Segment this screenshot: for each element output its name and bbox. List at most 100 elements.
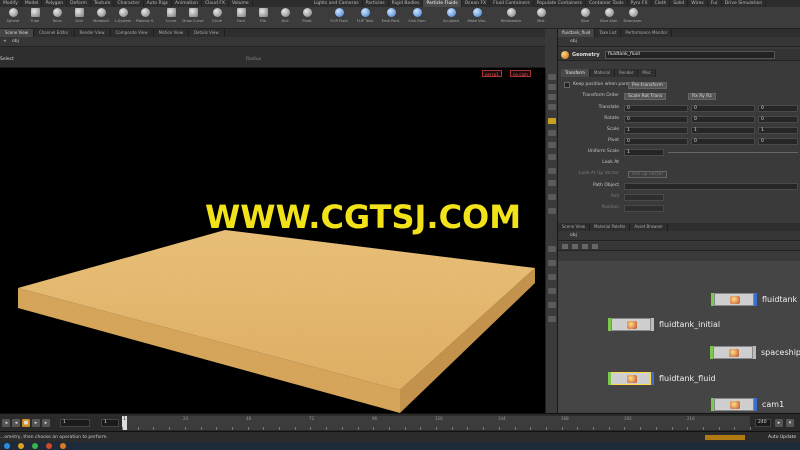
handle-icon[interactable] xyxy=(548,118,556,124)
node-body[interactable] xyxy=(611,318,651,331)
list-icon[interactable] xyxy=(562,244,568,249)
shelf-tab[interactable]: Wires xyxy=(688,0,708,7)
transform-order-menu[interactable]: Scale Rot Trans xyxy=(624,93,667,100)
path-object-field[interactable] xyxy=(624,183,798,190)
make-viscous-tool[interactable]: Make Visc. xyxy=(466,8,488,28)
ghost-icon[interactable] xyxy=(548,274,556,280)
tab-channel-editor[interactable]: Channel Editor xyxy=(34,29,75,37)
brush-icon[interactable] xyxy=(548,194,556,200)
flip-fluid-tool[interactable]: FLIP Fluid xyxy=(328,8,350,28)
jump-end-icon[interactable]: ▸ xyxy=(42,419,50,427)
null-tool[interactable]: Null xyxy=(274,8,296,28)
tab-details-view[interactable]: Details View xyxy=(189,29,225,37)
file-tool[interactable]: File xyxy=(252,8,274,28)
render-flag[interactable] xyxy=(651,318,654,331)
tab-take-list[interactable]: Take List xyxy=(595,29,622,37)
mist-tool[interactable]: Mist xyxy=(530,8,552,28)
node-body[interactable] xyxy=(714,293,754,306)
font-tool[interactable]: Font xyxy=(230,8,252,28)
timeline-ruler[interactable]: 1 24 48 72 96 120 144 168 192 216 xyxy=(122,416,751,430)
shelf-tab[interactable]: Lights and Cameras xyxy=(311,0,363,7)
keep-position-checkbox[interactable] xyxy=(564,82,570,88)
timeline-options-icon[interactable]: ▾ xyxy=(786,419,794,427)
back-arrow-icon[interactable]: ◂ xyxy=(1,38,8,45)
home-icon[interactable] xyxy=(548,246,556,252)
magnet-icon[interactable] xyxy=(548,208,556,214)
shelf-tab[interactable]: Particles xyxy=(363,0,389,7)
curve-tool[interactable]: Curve xyxy=(160,8,182,28)
shelf-tab[interactable]: Populate Containers xyxy=(534,0,587,7)
tab-motion-view[interactable]: Motion View xyxy=(154,29,189,37)
shelf-tab[interactable]: Modify xyxy=(0,0,22,7)
scene-viewport[interactable]: persp1 no cam xyxy=(0,68,545,413)
node-body[interactable] xyxy=(611,372,651,385)
shelf-tab[interactable]: Auto Rigs xyxy=(144,0,173,7)
network-editor[interactable]: fluidtank fluidtank_initial spaceship fl… xyxy=(558,261,800,413)
app-icon[interactable] xyxy=(46,443,52,449)
shelf-tab[interactable]: Cloth xyxy=(652,0,671,7)
shelf-tab[interactable]: Fluid Containers xyxy=(490,0,534,7)
display-icon[interactable] xyxy=(548,168,556,174)
grid-tool[interactable]: Grid xyxy=(68,8,90,28)
translate-x-field[interactable]: 0 xyxy=(624,105,688,112)
pivot-x-field[interactable]: 0 xyxy=(624,138,688,145)
jump-start-icon[interactable]: ◂ xyxy=(2,419,10,427)
torus-tool[interactable]: Torus xyxy=(46,8,68,28)
pivot-y-field[interactable]: 0 xyxy=(691,138,755,145)
node-body[interactable] xyxy=(713,346,753,359)
points-icon[interactable] xyxy=(548,288,556,294)
uniform-scale-field[interactable]: 1 xyxy=(624,149,664,156)
shelf-tab[interactable]: Volume xyxy=(229,0,253,7)
tab-scene-view[interactable]: Scene View xyxy=(0,29,34,37)
render-flag[interactable] xyxy=(651,372,654,385)
render-flag[interactable] xyxy=(754,398,757,411)
pivot-z-field[interactable]: 0 xyxy=(758,138,798,145)
platonic-tool[interactable]: Platonic S. xyxy=(134,8,156,28)
houdini-icon[interactable] xyxy=(60,443,66,449)
tab-material-palette[interactable]: Material Palette xyxy=(590,223,631,231)
shelf-tab[interactable]: Polygon xyxy=(42,0,68,7)
tab-parameters[interactable]: fluidtank_fluid xyxy=(558,29,596,37)
start-icon[interactable] xyxy=(4,443,10,449)
path-text[interactable]: obj xyxy=(570,232,577,240)
tab-asset-browser[interactable]: Asset Browser xyxy=(630,223,668,231)
rotate-z-field[interactable]: 0 xyxy=(758,116,798,123)
tab-composite-view[interactable]: Composite View xyxy=(111,29,154,37)
whitewater-tool[interactable]: Whitewater xyxy=(500,8,522,28)
wireframe-icon[interactable] xyxy=(548,180,556,186)
tree-icon[interactable] xyxy=(572,244,578,249)
scale-icon[interactable] xyxy=(548,104,556,110)
shelf-tab[interactable]: Fur xyxy=(708,0,722,7)
step-back-icon[interactable]: ◂ xyxy=(12,419,20,427)
scale-x-field[interactable]: 1 xyxy=(624,127,688,134)
snap-icon[interactable] xyxy=(548,154,556,160)
layout-icon[interactable] xyxy=(592,244,598,249)
slice-along-tool[interactable]: Slice Alon. xyxy=(598,8,620,28)
roll-field[interactable] xyxy=(624,194,664,201)
normals-icon[interactable] xyxy=(548,302,556,308)
circle-tool[interactable]: Circle xyxy=(206,8,228,28)
realtime-icon[interactable]: ▸ xyxy=(775,419,783,427)
tab-misc[interactable]: Misc xyxy=(638,69,657,77)
slice-tool[interactable]: Slice xyxy=(574,8,596,28)
keep-position-menu[interactable]: Pre-transform xyxy=(628,82,667,89)
node-body[interactable] xyxy=(714,398,754,411)
tab-material[interactable]: Material xyxy=(589,69,616,77)
rotate-order-menu[interactable]: Rx Ry Rz xyxy=(688,93,716,100)
shelf-tab[interactable]: Deform xyxy=(67,0,91,7)
lights-icon[interactable] xyxy=(548,260,556,266)
folder-icon[interactable] xyxy=(18,443,24,449)
end-frame-field[interactable]: 240 xyxy=(755,419,771,427)
render-flag[interactable] xyxy=(753,346,756,359)
tab-render-view[interactable]: Render View xyxy=(75,29,111,37)
tube-tool[interactable]: Tube xyxy=(24,8,46,28)
pose-icon[interactable] xyxy=(548,130,556,136)
grid-view-icon[interactable] xyxy=(582,244,588,249)
lsystem-tool[interactable]: L-System xyxy=(112,8,134,28)
tab-render[interactable]: Render xyxy=(615,69,639,77)
scale-z-field[interactable]: 1 xyxy=(758,127,798,134)
draw-curve-tool[interactable]: Draw Curve xyxy=(182,8,204,28)
sphere-tool[interactable]: Sphere xyxy=(2,8,24,28)
flip-tank-tool[interactable]: FLIP Tank xyxy=(354,8,376,28)
camera-icon[interactable] xyxy=(548,142,556,148)
